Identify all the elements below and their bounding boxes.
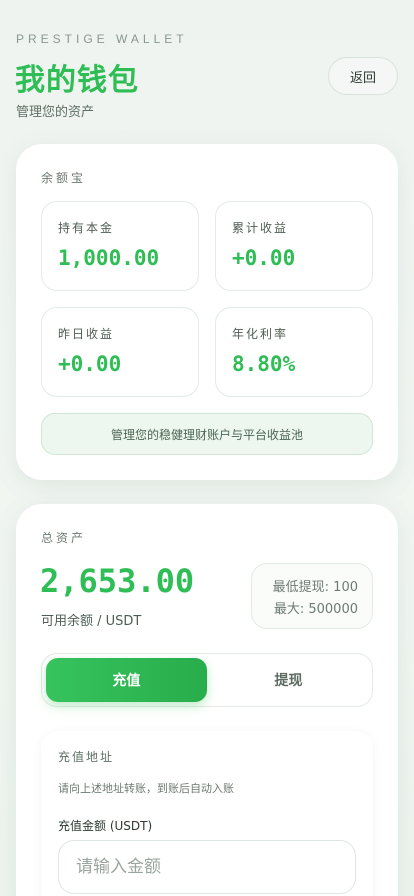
page-subtitle: 管理您的资产 <box>16 105 95 120</box>
min-withdraw-text: 最低提现: 100 <box>272 579 358 595</box>
brand-label: PRESTIGE WALLET <box>16 32 188 46</box>
yuebao-section-label: 余额宝 <box>41 171 87 185</box>
recharge-address-label: 充值地址 <box>58 750 115 764</box>
page-title: 我的钱包 <box>15 63 139 98</box>
total-earnings-value: +0.00 <box>232 246 296 270</box>
back-button[interactable]: 返回 <box>328 57 398 95</box>
tab-recharge[interactable]: 充值 <box>46 658 207 702</box>
yuebao-card: 余额宝 持有本金 1,000.00 累计收益 +0.00 昨日收益 +0.00 … <box>16 144 398 480</box>
assets-card: 总资产 2,653.00 可用余额 / USDT 最低提现: 100 最大: 5… <box>16 504 398 896</box>
principal-value: 1,000.00 <box>58 246 160 270</box>
principal-tile: 持有本金 1,000.00 <box>41 201 199 291</box>
principal-label: 持有本金 <box>58 221 115 235</box>
annual-rate-tile: 年化利率 8.80% <box>215 307 373 397</box>
tab-withdraw[interactable]: 提现 <box>208 658 369 702</box>
available-balance-label: 可用余额 / USDT <box>41 614 142 629</box>
yesterday-earnings-value: +0.00 <box>58 352 122 376</box>
total-assets-amount: 2,653.00 <box>40 562 195 600</box>
yuebao-note: 管理您的稳健理财账户与平台收益池 <box>41 413 373 455</box>
action-tabs: 充值 提现 <box>41 653 373 707</box>
yesterday-earnings-tile: 昨日收益 +0.00 <box>41 307 199 397</box>
total-earnings-label: 累计收益 <box>232 221 289 235</box>
recharge-hint: 请向上述地址转账，到账后自动入账 <box>58 782 234 795</box>
max-withdraw-text: 最大: 500000 <box>273 601 358 617</box>
recharge-panel: 充值地址 请向上述地址转账，到账后自动入账 充值金额 (USDT) <box>41 731 373 896</box>
assets-section-label: 总资产 <box>41 531 87 545</box>
yesterday-earnings-label: 昨日收益 <box>58 327 115 341</box>
withdraw-limits-box: 最低提现: 100 最大: 500000 <box>251 563 373 629</box>
recharge-amount-input[interactable] <box>58 840 356 894</box>
annual-rate-label: 年化利率 <box>232 327 289 341</box>
wallet-page: PRESTIGE WALLET 我的钱包 管理您的资产 返回 余额宝 持有本金 … <box>0 0 414 896</box>
annual-rate-value: 8.80% <box>232 352 296 376</box>
total-earnings-tile: 累计收益 +0.00 <box>215 201 373 291</box>
recharge-amount-label: 充值金额 (USDT) <box>58 819 153 833</box>
